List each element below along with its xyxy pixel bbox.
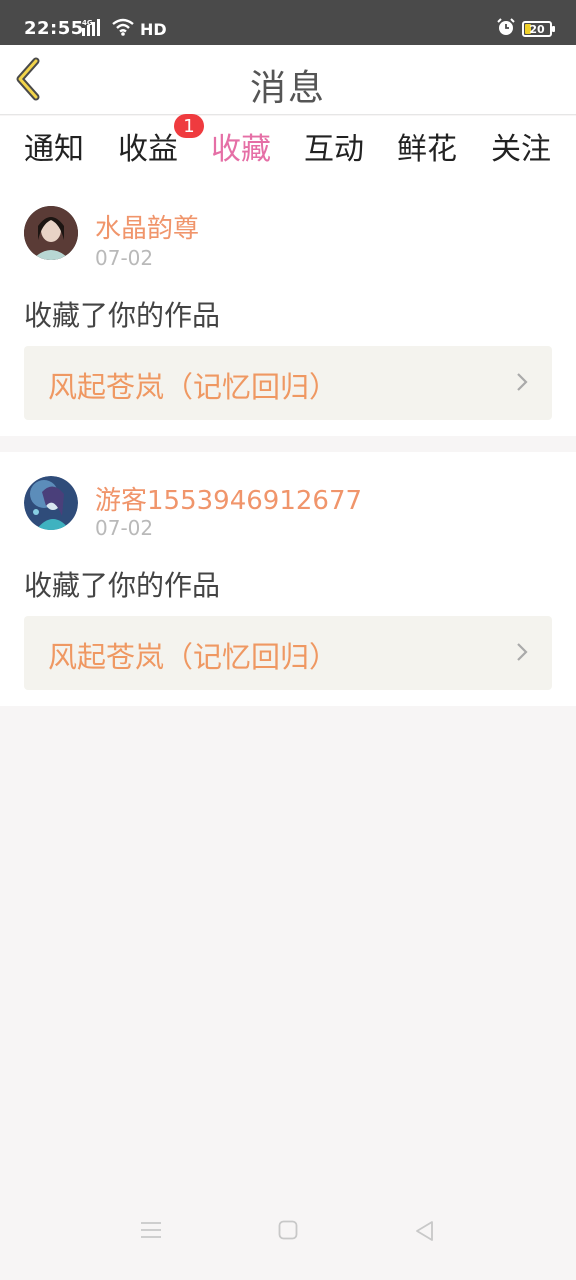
work-link[interactable]: 风起苍岚（记忆回归） [24,346,552,420]
tab-favorites[interactable]: 收藏 [211,124,271,188]
status-bar: 22:55 4G HD 20 [0,0,576,45]
back-triangle-icon[interactable] [414,1220,434,1246]
chevron-right-icon [517,643,528,661]
work-link[interactable]: 风起苍岚（记忆回归） [24,616,552,690]
hd-label: HD [140,19,167,39]
tab-following[interactable]: 关注 [491,124,551,168]
tab-earnings[interactable]: 收益 1 [118,114,204,168]
avatar[interactable] [24,206,78,260]
wifi-icon [112,18,134,40]
header: 消息 [0,45,576,115]
work-title: 风起苍岚（记忆回归） [48,370,339,404]
status-icons-left: 4G HD [82,18,167,40]
alarm-icon [496,17,516,41]
username[interactable]: 水晶韵尊 [95,208,199,245]
status-icons-right: 20 [496,17,555,41]
message-card: 游客1553946912677 07-02 收藏了你的作品 风起苍岚（记忆回归） [0,452,576,706]
menu-icon[interactable] [140,1220,162,1244]
message-date: 07-02 [95,246,154,270]
home-icon[interactable] [278,1220,298,1244]
tab-bar: 通知 收益 1 收藏 互动 鲜花 关注 [0,114,576,188]
message-card: 水晶韵尊 07-02 收藏了你的作品 风起苍岚（记忆回归） [0,180,576,436]
chevron-right-icon [517,373,528,391]
work-title: 风起苍岚（记忆回归） [48,640,339,674]
signal-icon: 4G [82,18,106,40]
action-text: 收藏了你的作品 [24,299,221,332]
status-time: 22:55 [24,18,84,39]
message-date: 07-02 [95,516,154,540]
tab-interactions[interactable]: 互动 [304,124,364,168]
tab-notice[interactable]: 通知 [24,124,84,168]
page-title: 消息 [249,68,326,109]
action-text: 收藏了你的作品 [24,569,221,602]
system-nav-bar [0,1190,576,1280]
username[interactable]: 游客1553946912677 [95,480,362,517]
tab-flowers[interactable]: 鲜花 [397,124,457,168]
avatar[interactable] [24,476,78,530]
battery-icon: 20 [522,21,555,37]
notification-badge: 1 [174,114,204,138]
